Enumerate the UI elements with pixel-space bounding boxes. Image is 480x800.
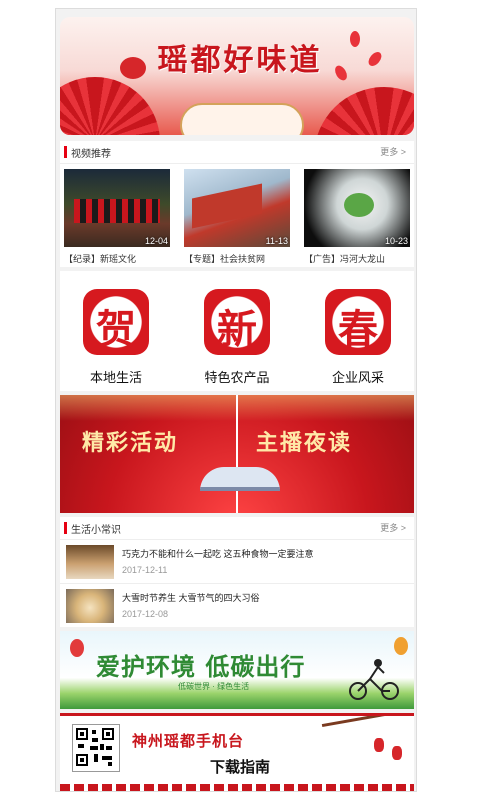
video-section: 视频推荐 更多 > 12-04 【纪录】新瑶文化 11-13 【专题】社会扶贫网… [60,141,414,267]
news-thumbnail[interactable] [66,545,114,579]
video-card[interactable]: 10-23 【广告】冯河大龙山 [304,169,410,265]
video-thumbnail[interactable]: 10-23 [304,169,410,247]
reading-link[interactable]: 主播夜读 [256,425,352,457]
quick-links: 贺 本地生活 新 特色农产品 春 企业风采 [60,271,414,391]
video-thumbnail[interactable]: 11-13 [184,169,290,247]
more-link[interactable]: 更多 > [380,521,406,534]
news-date: 2017-12-08 [122,609,169,619]
video-date: 10-23 [384,236,408,246]
news-thumbnail[interactable] [66,589,114,623]
video-caption[interactable]: 【广告】冯河大龙山 [304,252,410,265]
building-figure [192,183,262,229]
news-item[interactable]: 巧克力不能和什么一起吃 这五种食物一定要注意 2017-12-11 [60,539,414,584]
download-guide[interactable]: 下载指南 [210,756,270,777]
fan-decoration-left [60,77,160,135]
activity-banner[interactable]: 精彩活动 主播夜读 [60,395,414,513]
section-header: 视频推荐 更多 > [60,141,414,164]
news-title[interactable]: 大雪时节养生 大雪节气的四大习俗 [122,591,260,604]
chun-icon[interactable]: 春 [325,289,391,355]
icon-glyph: 贺 [96,306,136,353]
video-date: 12-04 [144,236,168,246]
video-date: 11-13 [265,236,288,246]
wave-decoration [60,784,414,791]
download-title: 神州瑶都手机台 [132,732,245,750]
page-frame: 瑶都好味道 视频推荐 更多 > 12-04 【纪录】新瑶文化 11-13 【专题… [55,8,417,792]
section-title: 生活小常识 [71,525,121,536]
quick-link-farm-products[interactable]: 新 特色农产品 [187,289,287,386]
pavilion-icon [200,467,280,491]
xin-icon[interactable]: 新 [204,289,270,355]
quick-link-label[interactable]: 本地生活 [66,367,166,386]
banner-title: 瑶都好味道 [157,43,323,78]
section-marker [64,522,67,534]
quick-link-enterprise[interactable]: 春 企业风采 [308,289,408,386]
he-icon[interactable]: 贺 [83,289,149,355]
icon-glyph: 春 [338,306,378,353]
fan-decoration-right [314,87,414,135]
top-banner[interactable]: 瑶都好味道 [60,17,414,135]
video-caption[interactable]: 【纪录】新瑶文化 [64,252,170,265]
quick-link-local-life[interactable]: 贺 本地生活 [66,289,166,386]
cyclist-icon [349,659,399,700]
lantern-icon [392,746,402,760]
section-marker [64,146,67,158]
environment-subtitle: 低碳世界 · 绿色生活 [178,682,250,691]
section-header: 生活小常识 更多 > [60,517,414,540]
dancers-figure [74,199,160,223]
cloud-decoration [180,103,304,135]
news-date: 2017-12-11 [122,565,168,575]
video-caption[interactable]: 【专题】社会扶贫网 [184,252,290,265]
download-banner[interactable]: 神州瑶都手机台 下载指南 [60,713,414,791]
video-thumbnail[interactable]: 12-04 [64,169,170,247]
video-card[interactable]: 12-04 【纪录】新瑶文化 [64,169,170,265]
lantern-icon [374,738,384,752]
quick-link-label[interactable]: 特色农产品 [187,367,287,386]
logo-figure [344,193,374,217]
environment-banner[interactable]: 爱护环境 低碳出行 低碳世界 · 绿色生活 [60,631,414,709]
more-link[interactable]: 更多 > [380,145,406,158]
news-title[interactable]: 巧克力不能和什么一起吃 这五种食物一定要注意 [122,547,314,560]
video-card[interactable]: 11-13 【专题】社会扶贫网 [184,169,290,265]
balloon-icon [70,639,84,657]
petal-icon [350,31,360,47]
petal-icon [366,49,384,69]
banner-divider [236,395,238,513]
qr-code-icon[interactable] [74,726,116,768]
environment-title: 爱护环境 低碳出行 [96,652,306,681]
section-title: 视频推荐 [71,149,111,160]
balloon-icon [394,637,408,655]
quick-link-label[interactable]: 企业风采 [308,367,408,386]
life-tips-section: 生活小常识 更多 > 巧克力不能和什么一起吃 这五种食物一定要注意 2017-1… [60,517,414,627]
icon-glyph: 新 [217,306,257,353]
news-item[interactable]: 大雪时节养生 大雪节气的四大习俗 2017-12-08 [60,583,414,627]
activity-link[interactable]: 精彩活动 [82,425,178,457]
